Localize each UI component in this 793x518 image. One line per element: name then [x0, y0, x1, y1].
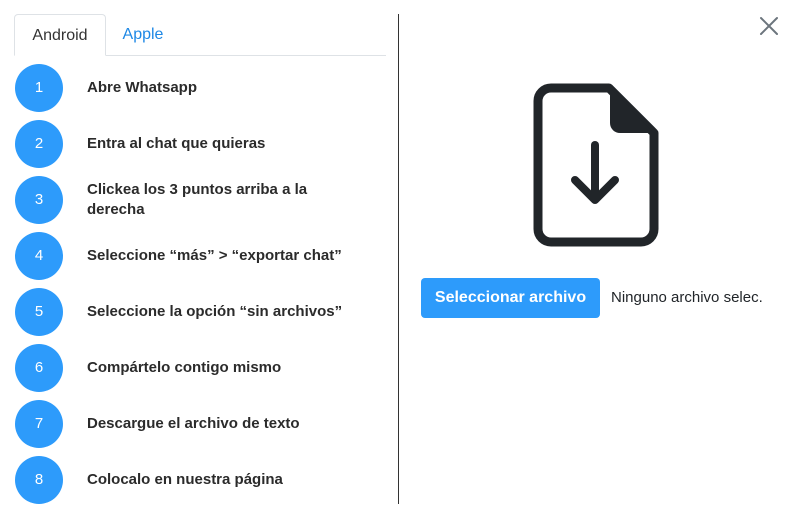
step-number-badge: 5 — [15, 288, 63, 336]
step-number-badge: 8 — [15, 456, 63, 504]
list-item: 5 Seleccione la opción “sin archivos” — [15, 288, 385, 336]
step-text: Entra al chat que quieras — [87, 135, 266, 152]
tab-android[interactable]: Android — [14, 14, 106, 56]
step-text: Abre Whatsapp — [87, 79, 198, 96]
list-item: 2 Entra al chat que quieras — [15, 120, 385, 168]
step-text: Colocalo en nuestra página — [87, 471, 283, 488]
list-item: 4 Seleccione “más” > “exportar chat” — [15, 232, 385, 280]
step-number-badge: 7 — [15, 400, 63, 448]
list-item: 3 Clickea los 3 puntos arriba a la derec… — [15, 176, 385, 224]
step-text: Seleccione “más” > “exportar chat” — [87, 247, 342, 264]
tab-bar: Android Apple — [14, 14, 386, 56]
list-item: 7 Descargue el archivo de texto — [15, 400, 385, 448]
tab-apple[interactable]: Apple — [106, 14, 180, 56]
vertical-divider — [398, 14, 399, 504]
file-status-text: Ninguno archivo selec. — [611, 289, 763, 306]
step-text: Descargue el archivo de texto — [87, 415, 300, 432]
step-number-badge: 1 — [15, 64, 63, 112]
step-text: Clickea los 3 puntos arriba a la derecha — [87, 181, 308, 218]
step-text: Seleccione la opción “sin archivos” — [87, 303, 343, 320]
step-number-badge: 2 — [15, 120, 63, 168]
step-number-badge: 4 — [15, 232, 63, 280]
step-number-badge: 6 — [15, 344, 63, 392]
close-icon[interactable] — [757, 14, 781, 38]
step-number-badge: 3 — [15, 176, 63, 224]
list-item: 8 Colocalo en nuestra página — [15, 456, 385, 504]
select-file-button[interactable]: Seleccionar archivo — [421, 278, 600, 318]
list-item: 6 Compártelo contigo mismo — [15, 344, 385, 392]
step-text: Compártelo contigo mismo — [87, 359, 282, 376]
list-item: 1 Abre Whatsapp — [15, 64, 385, 112]
file-download-icon — [533, 83, 659, 247]
